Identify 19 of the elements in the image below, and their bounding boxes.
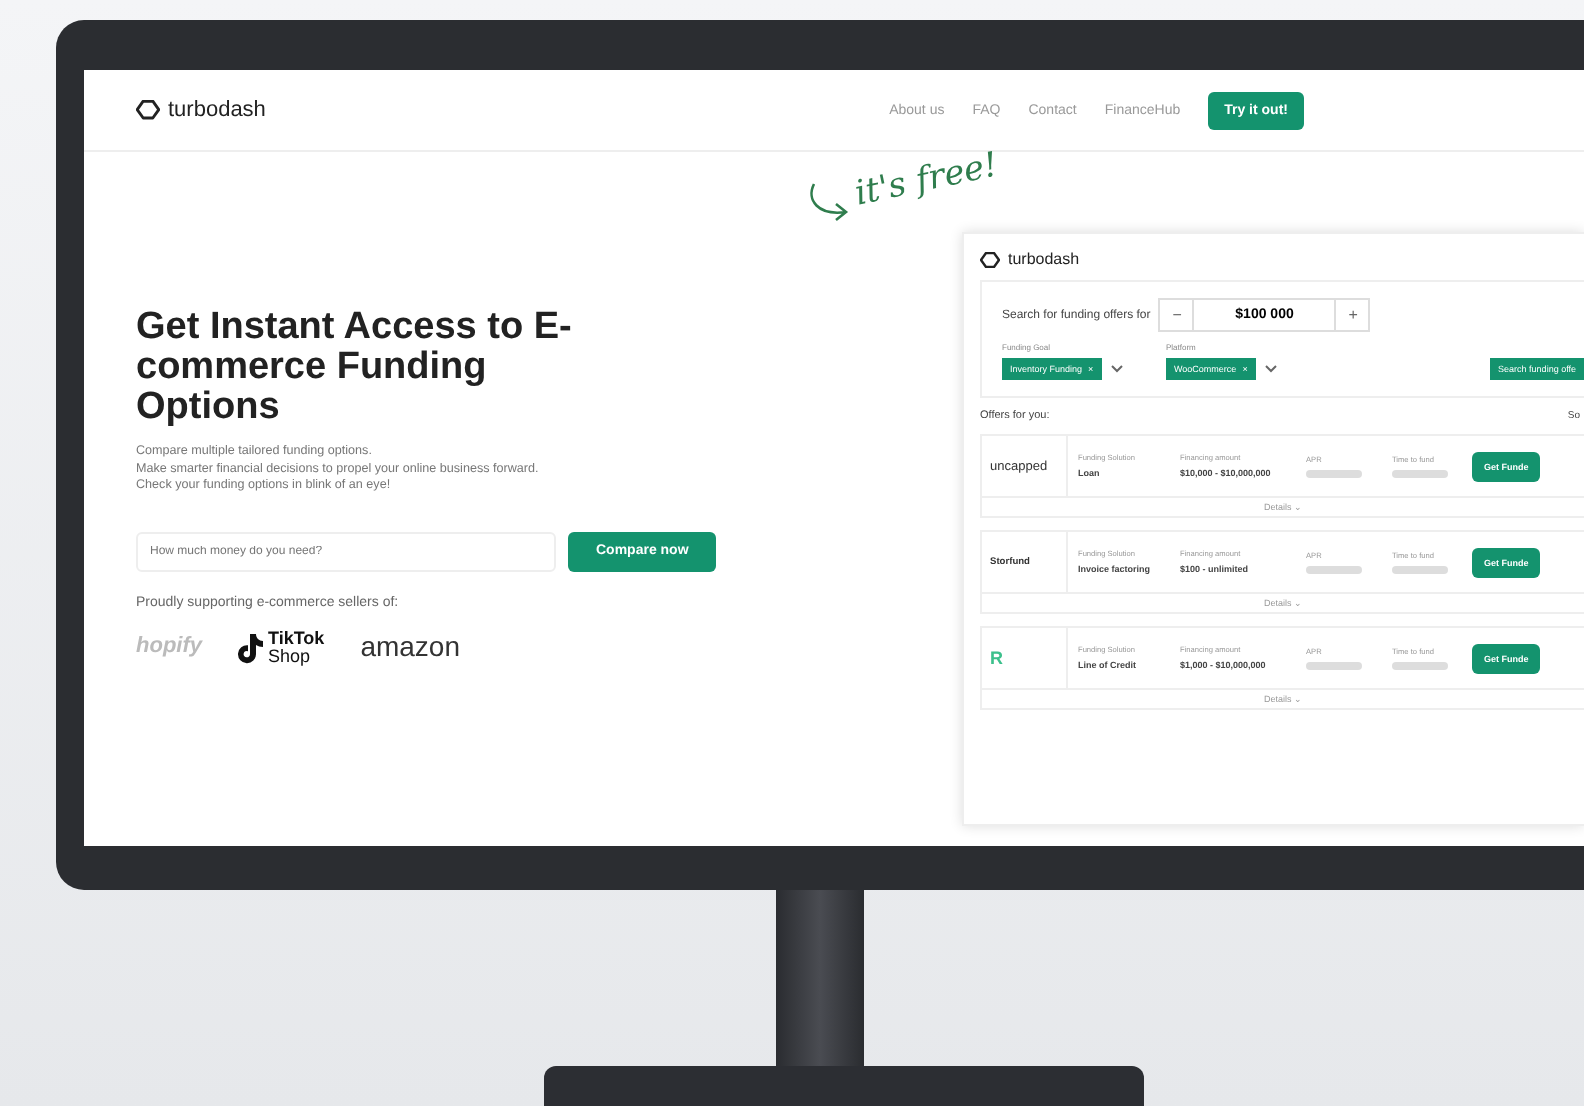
tiktok-shop-logo: TikTok Shop (268, 629, 325, 665)
hero-title: Get Instant Access to E-commerce Funding Options (136, 308, 574, 428)
chevron-down-icon[interactable] (1263, 364, 1278, 374)
blurred-value (1306, 661, 1362, 669)
blurred-value (1392, 661, 1448, 669)
music-note-icon (238, 631, 264, 663)
amazon-logo: amazon (360, 638, 460, 656)
logo-ring-icon (136, 100, 160, 120)
blurred-value (1306, 565, 1362, 573)
brand-name: turbodash (168, 98, 266, 122)
brand-name: turbodash (1008, 250, 1080, 268)
lender-logo: R (990, 648, 1003, 668)
chevron-down-icon[interactable] (1109, 364, 1124, 374)
blurred-value (1392, 565, 1448, 573)
logo-ring-icon (980, 251, 1000, 267)
blurred-value (1392, 469, 1448, 477)
handwritten-annotation: it's free! (851, 145, 1002, 215)
blurred-value (1306, 469, 1362, 477)
shopify-logo: hopify (136, 638, 202, 656)
